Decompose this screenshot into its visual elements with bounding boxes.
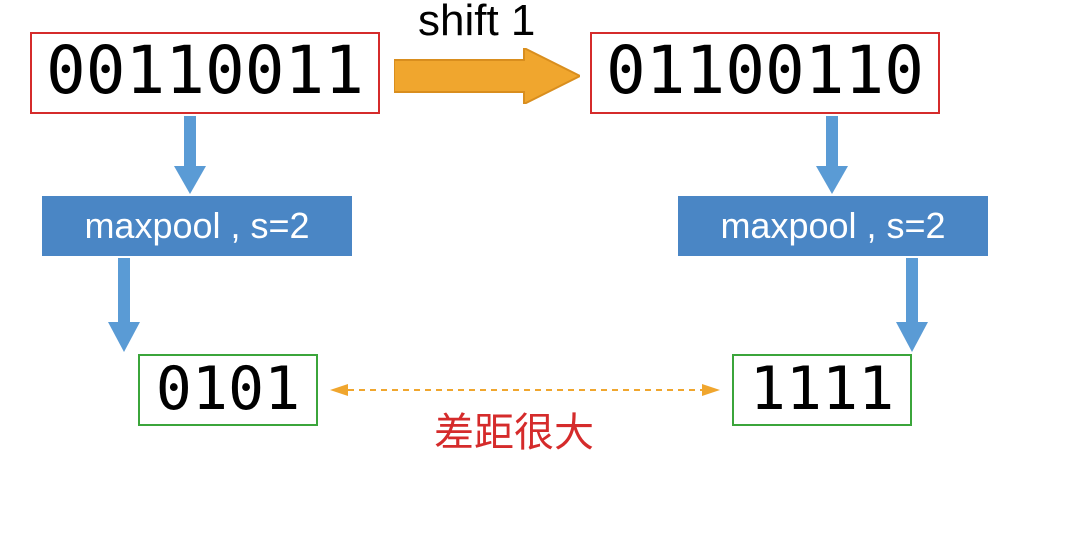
- shift-arrow: [394, 48, 580, 104]
- arrow-right-down-1: [816, 116, 848, 194]
- op-right-box: maxpool , s=2: [678, 196, 988, 256]
- output-left-bits: 0101: [156, 359, 301, 419]
- arrow-left-down-2: [108, 258, 140, 352]
- output-left-box: 0101: [138, 354, 318, 426]
- op-left-box: maxpool , s=2: [42, 196, 352, 256]
- arrow-left-down-1: [174, 116, 206, 194]
- input-right-box: 01100110: [590, 32, 940, 114]
- output-right-box: 1111: [732, 354, 912, 426]
- shift-label: shift 1: [418, 0, 535, 46]
- difference-label: 差距很大: [434, 400, 594, 458]
- input-left-box: 00110011: [30, 32, 380, 114]
- arrow-right-down-2: [896, 258, 928, 352]
- output-right-bits: 1111: [750, 359, 895, 419]
- op-left-label: maxpool , s=2: [84, 205, 309, 247]
- op-right-label: maxpool , s=2: [720, 205, 945, 247]
- input-left-bits: 00110011: [46, 38, 364, 104]
- input-right-bits: 01100110: [606, 38, 924, 104]
- difference-arrow: [330, 380, 720, 400]
